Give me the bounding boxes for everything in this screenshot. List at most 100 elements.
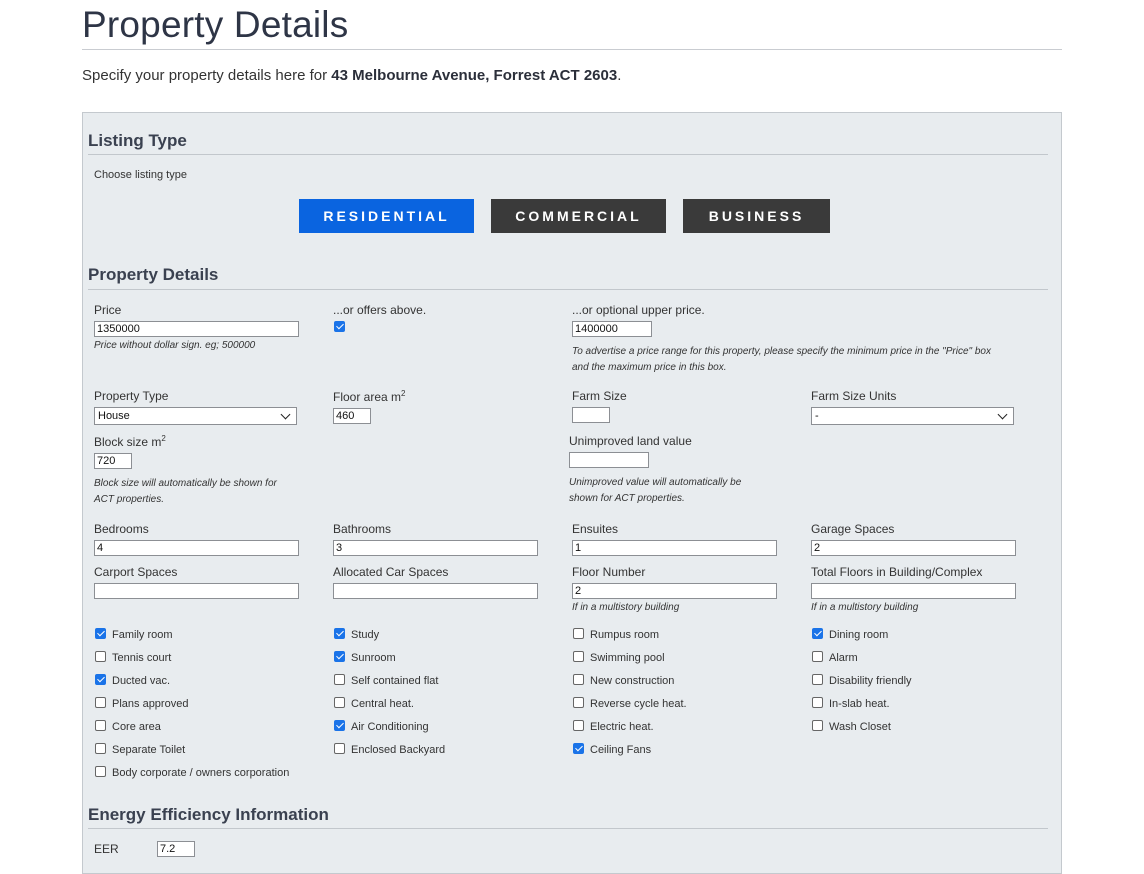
upper-price-hint-line2: and the maximum price in this box. [572, 362, 727, 373]
feature-checkbox[interactable] [812, 651, 823, 662]
ensuites-input[interactable] [572, 540, 777, 556]
floor-number-input[interactable] [572, 583, 777, 599]
block-size-label: Block size m2 [94, 434, 166, 449]
upper-price-hint-line1: To advertise a price range for this prop… [572, 346, 991, 357]
property-type-label: Property Type [94, 389, 169, 403]
intro-text: Specify your property details here for 4… [82, 67, 621, 84]
feature-checkbox[interactable] [812, 628, 823, 639]
farm-size-units-select[interactable]: - [811, 407, 1014, 425]
commercial-button[interactable]: COMMERCIAL [491, 199, 666, 233]
price-input[interactable] [94, 321, 299, 337]
business-button-label: BUSINESS [708, 208, 805, 224]
intro-prefix: Specify your property details here for [82, 67, 332, 84]
block-size-sup: 2 [161, 434, 166, 443]
feature-checkbox[interactable] [95, 720, 106, 731]
feature-checkbox[interactable] [334, 743, 345, 754]
page-title: Property Details [82, 4, 349, 45]
feature-label: Tennis court [112, 652, 172, 664]
property-details-divider [88, 289, 1048, 290]
unimproved-land-value-label: Unimproved land value [569, 434, 692, 448]
chevron-down-icon [997, 409, 1008, 419]
feature-checkbox[interactable] [573, 651, 584, 662]
block-size-input[interactable] [94, 453, 132, 469]
carport-spaces-label: Carport Spaces [94, 565, 178, 579]
floor-area-sup: 2 [401, 389, 406, 398]
feature-label: Sunroom [351, 652, 396, 664]
bathrooms-label: Bathrooms [333, 522, 392, 536]
feature-label: Core area [112, 721, 161, 733]
feature-checkbox[interactable] [812, 697, 823, 708]
listing-type-prompt: Choose listing type [94, 169, 187, 181]
feature-checkbox[interactable] [334, 628, 345, 639]
floor-area-input[interactable] [333, 408, 371, 424]
feature-label: Body corporate / owners corporation [112, 767, 290, 779]
block-size-hint-line1: Block size will automatically be shown f… [94, 478, 277, 489]
feature-checkbox[interactable] [812, 720, 823, 731]
business-button[interactable]: BUSINESS [683, 199, 830, 233]
farm-size-input[interactable] [572, 407, 610, 423]
allocated-car-spaces-input[interactable] [333, 583, 538, 599]
feature-checkbox[interactable] [95, 743, 106, 754]
feature-checkbox[interactable] [95, 628, 106, 639]
floor-number-hint: If in a multistory building [572, 602, 680, 613]
feature-checkbox[interactable] [334, 674, 345, 685]
feature-checkbox[interactable] [95, 697, 106, 708]
property-address: 43 Melbourne Avenue, Forrest ACT 2603 [331, 67, 618, 84]
property-type-value: House [98, 410, 130, 422]
feature-label: Study [351, 629, 380, 641]
feature-label: Rumpus room [590, 629, 660, 641]
feature-checkbox[interactable] [334, 697, 345, 708]
feature-checkbox[interactable] [573, 743, 584, 754]
residential-button[interactable]: RESIDENTIAL [299, 199, 474, 233]
allocated-car-spaces-label: Allocated Car Spaces [333, 565, 449, 579]
ensuites-label: Ensuites [572, 522, 619, 536]
bedrooms-label: Bedrooms [94, 522, 149, 536]
total-floors-label: Total Floors in Building/Complex [811, 565, 983, 579]
unimproved-hint-line2: shown for ACT properties. [569, 493, 685, 504]
eer-label: EER [94, 842, 119, 856]
feature-label: Plans approved [112, 698, 189, 710]
carport-spaces-input[interactable] [94, 583, 299, 599]
title-divider [82, 49, 1062, 50]
feature-checkbox[interactable] [573, 674, 584, 685]
garage-spaces-label: Garage Spaces [811, 522, 895, 536]
feature-checkbox[interactable] [95, 651, 106, 662]
feature-checkbox[interactable] [95, 674, 106, 685]
feature-label: Wash Closet [829, 721, 891, 733]
feature-label: Ceiling Fans [590, 744, 652, 756]
feature-label: Family room [112, 629, 173, 641]
feature-checkbox[interactable] [334, 720, 345, 731]
intro-suffix: . [617, 67, 622, 84]
bedrooms-input[interactable] [94, 540, 299, 556]
feature-label: Electric heat. [590, 721, 654, 733]
floor-area-label: Floor area m2 [333, 389, 405, 404]
listing-type-divider [88, 154, 1048, 155]
feature-label: Enclosed Backyard [351, 744, 446, 756]
feature-checkbox[interactable] [573, 628, 584, 639]
feature-checkbox[interactable] [573, 697, 584, 708]
feature-checkbox[interactable] [334, 651, 345, 662]
total-floors-input[interactable] [811, 583, 1016, 599]
feature-label: Self contained flat [351, 675, 439, 687]
block-size-hint-line2: ACT properties. [94, 494, 165, 505]
feature-label: Ducted vac. [112, 675, 171, 687]
offers-above-checkbox[interactable] [334, 321, 345, 332]
garage-spaces-input[interactable] [811, 540, 1016, 556]
energy-heading: Energy Efficiency Information [88, 805, 329, 824]
feature-label: Reverse cycle heat. [590, 698, 687, 710]
feature-checkbox[interactable] [812, 674, 823, 685]
feature-checkbox[interactable] [573, 720, 584, 731]
feature-label: In-slab heat. [829, 698, 890, 710]
energy-divider [88, 828, 1048, 829]
price-hint: Price without dollar sign. eg; 500000 [94, 340, 256, 351]
price-label: Price [94, 303, 122, 317]
upper-price-input[interactable] [572, 321, 652, 337]
farm-size-units-label: Farm Size Units [811, 389, 897, 403]
property-type-select[interactable]: House [94, 407, 297, 425]
floor-area-label-text: Floor area m [333, 390, 402, 404]
feature-checkbox[interactable] [95, 766, 106, 777]
bathrooms-input[interactable] [333, 540, 538, 556]
feature-label: Central heat. [351, 698, 414, 710]
eer-input[interactable] [157, 841, 195, 857]
unimproved-land-value-input[interactable] [569, 452, 649, 468]
